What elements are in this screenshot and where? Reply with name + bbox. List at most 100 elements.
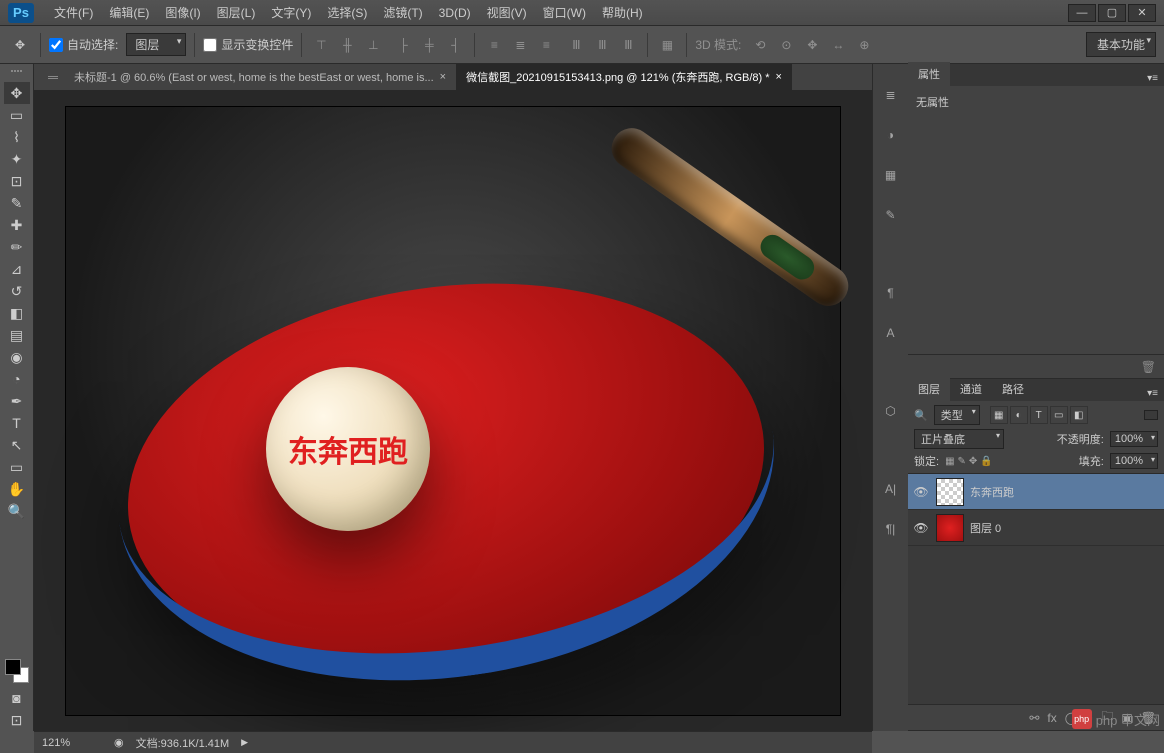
lock-all-icon[interactable]: 🔒: [980, 456, 992, 467]
maximize-button[interactable]: ▢: [1098, 4, 1126, 22]
menu-select[interactable]: 选择(S): [319, 0, 375, 25]
layer-thumbnail[interactable]: [936, 514, 964, 542]
3d-slide-icon[interactable]: ↔: [827, 34, 849, 56]
status-icon[interactable]: ◉: [114, 736, 124, 749]
toolbox-grip[interactable]: [2, 70, 32, 78]
close-icon[interactable]: ×: [776, 71, 782, 83]
menu-filter[interactable]: 滤镜(T): [375, 0, 430, 25]
layer-thumbnail[interactable]: [936, 478, 964, 506]
distribute-3-icon[interactable]: ≡: [535, 34, 557, 56]
dodge-tool[interactable]: ◔: [4, 368, 30, 390]
close-button[interactable]: ✕: [1128, 4, 1156, 22]
visibility-icon[interactable]: 👁: [912, 521, 930, 535]
show-transform-input[interactable]: [203, 38, 217, 52]
menu-3d[interactable]: 3D(D): [431, 2, 479, 24]
distribute-2-icon[interactable]: ≣: [509, 34, 531, 56]
menu-help[interactable]: 帮助(H): [594, 0, 651, 25]
path-select-tool[interactable]: ↖: [4, 434, 30, 456]
character-panel-icon[interactable]: A: [880, 322, 902, 344]
history-panel-icon[interactable]: ≣: [880, 84, 902, 106]
properties-tab[interactable]: 属性: [908, 62, 950, 86]
canvas-viewport[interactable]: 东奔西跑: [34, 90, 872, 731]
layer-name[interactable]: 图层 0: [970, 520, 1001, 536]
distribute-5-icon[interactable]: Ⅲ: [591, 34, 613, 56]
shape-tool[interactable]: ▭: [4, 456, 30, 478]
align-top-icon[interactable]: ⊤: [310, 34, 332, 56]
auto-select-input[interactable]: [49, 38, 63, 52]
para-style-icon[interactable]: ¶|: [880, 518, 902, 540]
eraser-tool[interactable]: ◧: [4, 302, 30, 324]
crop-tool[interactable]: ⊡: [4, 170, 30, 192]
swatches-panel-icon[interactable]: ▦: [880, 164, 902, 186]
brush-panel-icon[interactable]: ✎: [880, 204, 902, 226]
canvas[interactable]: 东奔西跑: [65, 106, 841, 716]
paragraph-panel-icon[interactable]: ¶: [880, 282, 902, 304]
document-tab-1[interactable]: 未标题-1 @ 60.6% (East or west, home is the…: [64, 64, 456, 90]
align-right-icon[interactable]: ┤: [444, 34, 466, 56]
show-transform-checkbox[interactable]: 显示变换控件: [203, 36, 293, 53]
blend-mode-dropdown[interactable]: 正片叠底: [914, 429, 1004, 449]
minimize-button[interactable]: —: [1068, 4, 1096, 22]
close-icon[interactable]: ×: [440, 71, 446, 83]
menu-layer[interactable]: 图层(L): [209, 0, 264, 25]
char-style-icon[interactable]: A|: [880, 478, 902, 500]
layers-tab[interactable]: 图层: [908, 377, 950, 401]
filter-pixel-icon[interactable]: ▦: [990, 406, 1008, 424]
menu-image[interactable]: 图像(I): [157, 0, 208, 25]
auto-select-checkbox[interactable]: 自动选择:: [49, 36, 118, 53]
menu-window[interactable]: 窗口(W): [535, 0, 594, 25]
status-menu-arrow[interactable]: ▶: [241, 737, 248, 748]
filter-toggle[interactable]: [1144, 410, 1158, 420]
type-tool[interactable]: T: [4, 412, 30, 434]
3d-panel-icon[interactable]: ⬡: [880, 400, 902, 422]
link-layers-icon[interactable]: ⚯: [1029, 711, 1039, 725]
align-vcenter-icon[interactable]: ╫: [336, 34, 358, 56]
document-tab-2[interactable]: 微信截图_20210915153413.png @ 121% (东奔西跑, RG…: [456, 64, 792, 90]
auto-select-dropdown[interactable]: 图层: [126, 33, 186, 56]
layer-fx-icon[interactable]: fx: [1047, 711, 1056, 725]
eyedropper-tool[interactable]: ✎: [4, 192, 30, 214]
history-brush-tool[interactable]: ↺: [4, 280, 30, 302]
menu-view[interactable]: 视图(V): [479, 0, 535, 25]
move-tool-icon[interactable]: ✥: [8, 33, 32, 57]
menu-type[interactable]: 文字(Y): [263, 0, 319, 25]
panel-menu-icon[interactable]: ▾≡: [1141, 71, 1164, 86]
quickmask-tool[interactable]: ◙: [4, 687, 30, 709]
filter-type-icon[interactable]: T: [1030, 406, 1048, 424]
menu-file[interactable]: 文件(F): [46, 0, 101, 25]
align-bottom-icon[interactable]: ⊥: [362, 34, 384, 56]
tabs-grip[interactable]: [48, 76, 58, 79]
3d-orbit-icon[interactable]: ⟲: [749, 34, 771, 56]
stamp-tool[interactable]: ⊿: [4, 258, 30, 280]
layer-name[interactable]: 东奔西跑: [970, 484, 1014, 500]
align-hcenter-icon[interactable]: ╪: [418, 34, 440, 56]
marquee-tool[interactable]: ▭: [4, 104, 30, 126]
opacity-value[interactable]: 100%: [1110, 431, 1158, 447]
lock-transparent-icon[interactable]: ▦: [945, 456, 954, 467]
color-swatches[interactable]: [1, 655, 33, 687]
menu-edit[interactable]: 编辑(E): [101, 0, 157, 25]
paths-tab[interactable]: 路径: [992, 377, 1034, 401]
zoom-tool[interactable]: 🔍: [4, 500, 30, 522]
filter-adjust-icon[interactable]: ◐: [1010, 406, 1028, 424]
healing-tool[interactable]: ✚: [4, 214, 30, 236]
magic-wand-tool[interactable]: ✦: [4, 148, 30, 170]
filter-shape-icon[interactable]: ▭: [1050, 406, 1068, 424]
move-tool[interactable]: ✥: [4, 82, 30, 104]
screenmode-tool[interactable]: ⊡: [4, 709, 30, 731]
panel-menu-icon[interactable]: ▾≡: [1141, 386, 1164, 401]
auto-align-icon[interactable]: ▦: [656, 34, 678, 56]
layer-row[interactable]: 👁 东奔西跑: [908, 474, 1164, 510]
visibility-icon[interactable]: 👁: [912, 485, 930, 499]
layer-row[interactable]: 👁 图层 0: [908, 510, 1164, 546]
hand-tool[interactable]: ✋: [4, 478, 30, 500]
fill-value[interactable]: 100%: [1110, 453, 1158, 469]
lock-position-icon[interactable]: ✥: [969, 456, 977, 467]
layer-filter-kind[interactable]: 类型: [934, 405, 980, 425]
doc-info[interactable]: 文档:936.1K/1.41M: [136, 735, 230, 751]
3d-pan-icon[interactable]: ✥: [801, 34, 823, 56]
3d-zoom-icon[interactable]: ⊕: [853, 34, 875, 56]
color-panel-icon[interactable]: ◑: [880, 124, 902, 146]
workspace-switcher[interactable]: 基本功能: [1086, 32, 1156, 57]
channels-tab[interactable]: 通道: [950, 377, 992, 401]
